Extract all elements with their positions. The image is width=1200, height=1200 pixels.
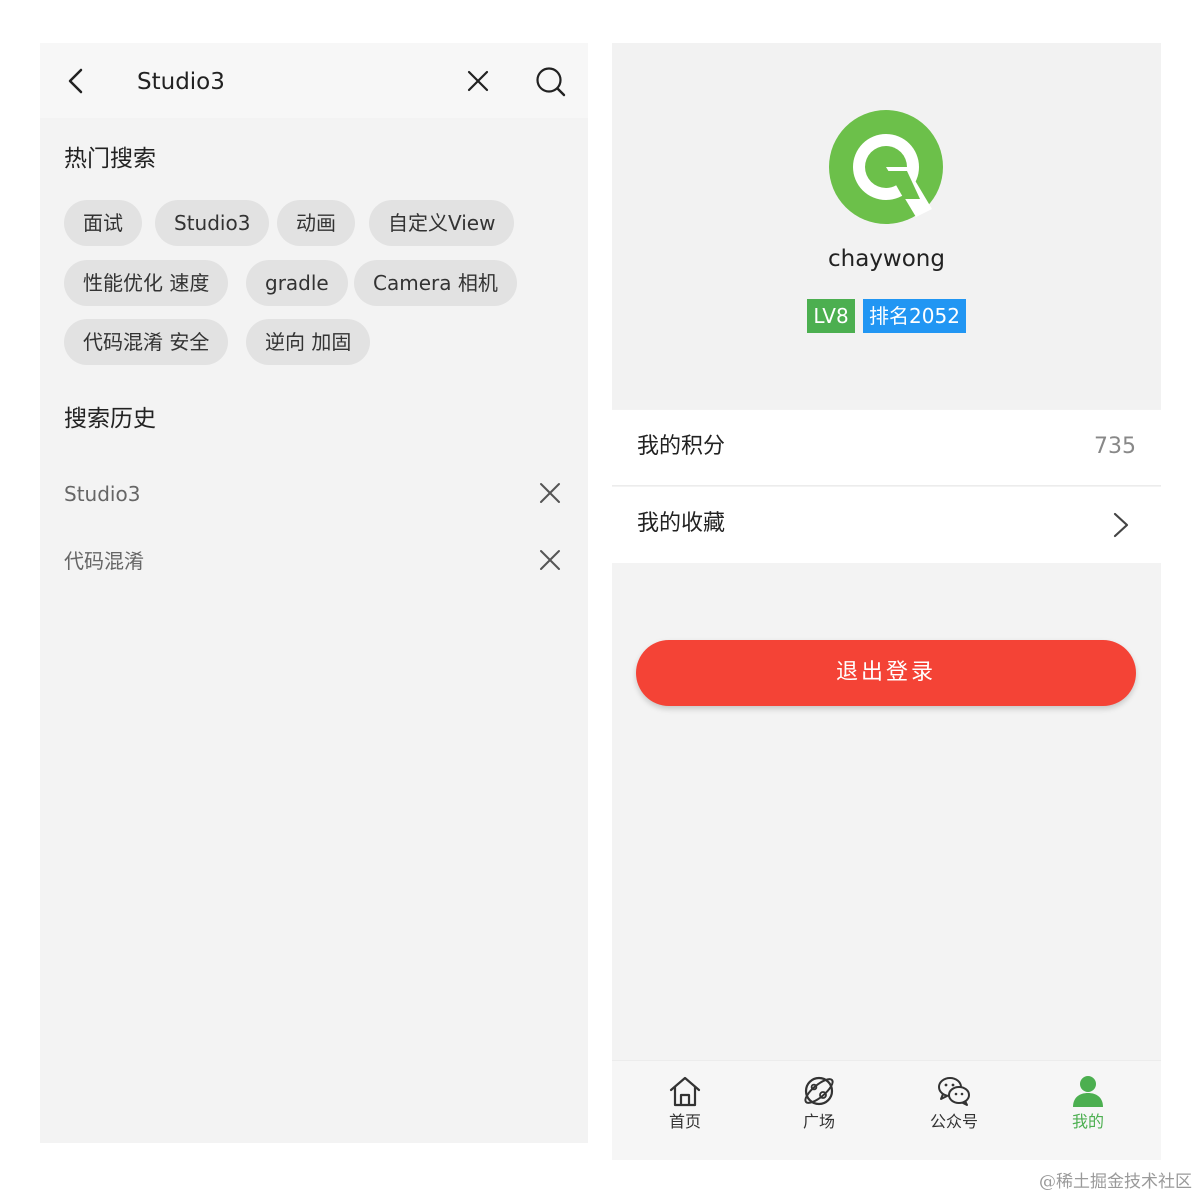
hot-tag[interactable]: 代码混淆 安全 [64, 319, 229, 365]
search-input[interactable]: Studio3 [137, 67, 225, 97]
chevron-left-icon[interactable] [60, 65, 92, 97]
my-points-row[interactable]: 我的积分 735 [612, 410, 1161, 486]
nav-label: 首页 [668, 1112, 701, 1131]
search-icon[interactable] [534, 65, 568, 99]
my-favorites-row[interactable]: 我的收藏 [612, 487, 1161, 563]
nav-item-wechat[interactable]: 公众号 [914, 1073, 994, 1153]
hot-tag[interactable]: 面试 [64, 200, 142, 246]
search-history-title: 搜索历史 [64, 406, 156, 432]
home-icon [669, 1076, 701, 1107]
search-screen: Studio3 热门搜索 面试 Studio3 动画 自定义View 性能优化 … [40, 43, 588, 1143]
nav-item-mine[interactable]: 我的 [1048, 1073, 1128, 1153]
hot-tag[interactable]: Camera 相机 [354, 260, 517, 306]
wechat-icon [938, 1077, 970, 1106]
chevron-right-icon [1113, 512, 1129, 538]
bottom-nav: 首页 广场 公众号 我的 [612, 1060, 1161, 1160]
nav-label: 我的 [1071, 1112, 1104, 1131]
screenshot-stage: Studio3 热门搜索 面试 Studio3 动画 自定义View 性能优化 … [0, 0, 1200, 1200]
hot-tag[interactable]: Studio3 [155, 200, 270, 246]
avatar[interactable] [828, 109, 944, 225]
history-item[interactable]: Studio3 [64, 474, 564, 514]
hot-tag[interactable]: gradle [246, 260, 348, 306]
history-item-label: Studio3 [64, 482, 141, 506]
nav-item-square[interactable]: 广场 [779, 1073, 859, 1153]
hot-tag[interactable]: 动画 [277, 200, 355, 246]
my-favorites-label: 我的收藏 [637, 511, 726, 536]
nav-item-home[interactable]: 首页 [645, 1073, 725, 1153]
username: chaywong [828, 246, 945, 272]
nav-label: 公众号 [929, 1112, 978, 1131]
user-icon [1073, 1076, 1103, 1107]
hot-search-title: 热门搜索 [64, 146, 156, 172]
hot-tag[interactable]: 自定义View [369, 200, 515, 246]
rank-badge: 排名2052 [863, 299, 966, 333]
close-icon[interactable] [464, 67, 492, 95]
profile-screen: chaywong LV8 排名2052 我的积分 735 我的收藏 退出登录 首… [612, 43, 1161, 1160]
profile-header: chaywong LV8 排名2052 [612, 43, 1161, 409]
nav-label: 广场 [802, 1112, 835, 1131]
hot-tag[interactable]: 逆向 加固 [246, 319, 371, 365]
watermark: @稀土掘金技术社区 [1039, 1172, 1192, 1192]
close-icon[interactable] [536, 479, 564, 507]
close-icon[interactable] [536, 546, 564, 574]
logout-button[interactable]: 退出登录 [636, 640, 1136, 706]
my-points-value: 735 [1094, 434, 1136, 459]
my-points-label: 我的积分 [637, 434, 726, 459]
history-item[interactable]: 代码混淆 [64, 541, 564, 581]
history-item-label: 代码混淆 [64, 549, 144, 573]
search-bar: Studio3 [40, 43, 588, 118]
hot-tag[interactable]: 性能优化 速度 [64, 260, 229, 306]
planet-icon [804, 1076, 834, 1106]
level-badge: LV8 [807, 299, 855, 333]
